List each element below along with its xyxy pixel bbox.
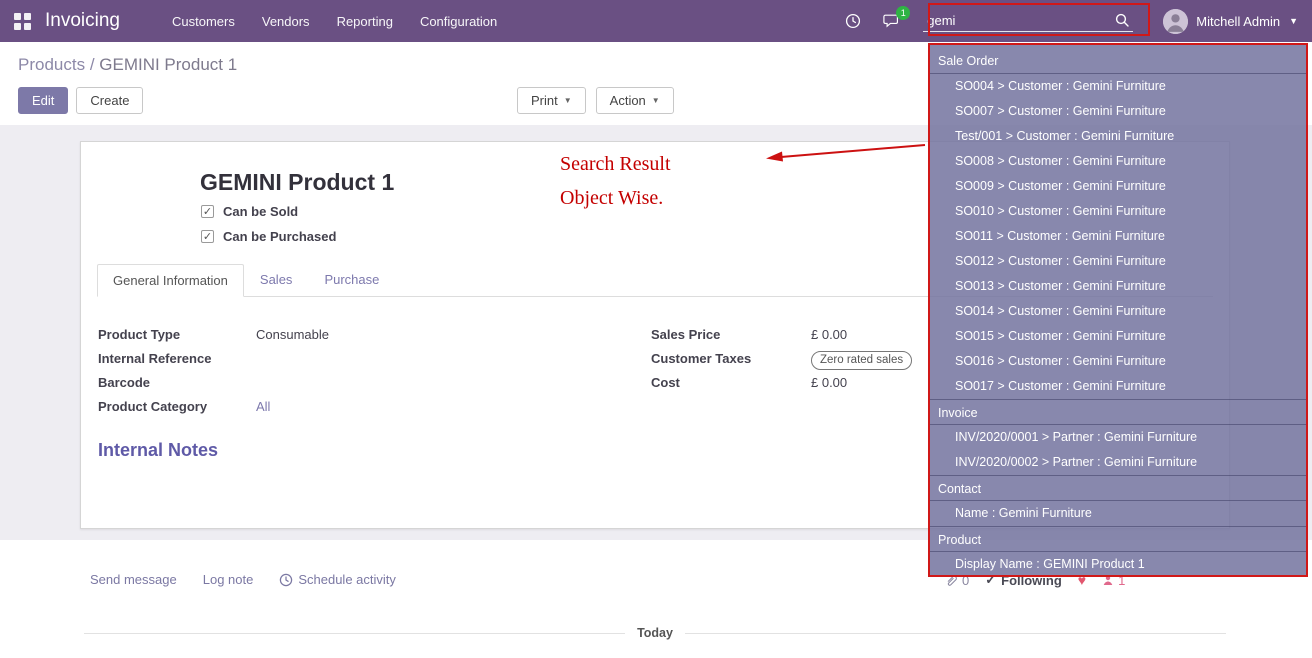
- clock-icon: [279, 573, 293, 587]
- breadcrumb-products-link[interactable]: Products: [18, 55, 85, 74]
- search-result-item[interactable]: INV/2020/0001 > Partner : Gemini Furnitu…: [930, 425, 1306, 450]
- field-barcode: Barcode: [98, 375, 498, 394]
- breadcrumb-current: GEMINI Product 1: [99, 55, 237, 74]
- search-result-item[interactable]: SO010 > Customer : Gemini Furniture: [930, 199, 1306, 224]
- field-label: Product Category: [98, 399, 256, 414]
- field-product-category: Product Category All: [98, 399, 498, 418]
- menu-vendors[interactable]: Vendors: [262, 14, 310, 29]
- breadcrumb-separator: /: [85, 55, 99, 74]
- field-value: £ 0.00: [811, 375, 847, 390]
- center-actions: Print▼ Action▼: [517, 87, 674, 114]
- annotation-line2: Object Wise.: [560, 181, 671, 215]
- search-results-dropdown: Sale Order SO004 > Customer : Gemini Fur…: [928, 43, 1308, 577]
- activities-clock-icon[interactable]: [845, 13, 861, 29]
- result-group-header: Product: [930, 526, 1306, 552]
- schedule-activity-button[interactable]: Schedule activity: [279, 572, 396, 587]
- divider-line: [84, 633, 625, 634]
- customer-tax-badge[interactable]: Zero rated sales: [811, 351, 912, 370]
- search-result-item[interactable]: SO011 > Customer : Gemini Furniture: [930, 224, 1306, 249]
- chevron-down-icon: ▼: [652, 96, 660, 105]
- search-result-item[interactable]: SO013 > Customer : Gemini Furniture: [930, 274, 1306, 299]
- chatter-actions: Send message Log note Schedule activity: [90, 572, 396, 587]
- product-title: GEMINI Product 1: [200, 169, 394, 196]
- menu-configuration[interactable]: Configuration: [420, 14, 497, 29]
- tab-general-information[interactable]: General Information: [97, 264, 244, 297]
- search-result-item[interactable]: SO004 > Customer : Gemini Furniture: [930, 74, 1306, 99]
- search-result-item[interactable]: SO014 > Customer : Gemini Furniture: [930, 299, 1306, 324]
- tab-sales[interactable]: Sales: [244, 263, 309, 296]
- annotation-arrow-icon: [752, 139, 928, 167]
- result-group-invoice: Invoice INV/2020/0001 > Partner : Gemini…: [930, 399, 1306, 475]
- can-be-purchased-checkbox-row: ✓ Can be Purchased: [201, 229, 336, 244]
- chevron-down-icon: ▼: [564, 96, 572, 105]
- search-result-item[interactable]: SO007 > Customer : Gemini Furniture: [930, 99, 1306, 124]
- product-category-link[interactable]: All: [256, 399, 270, 414]
- search-result-item[interactable]: INV/2020/0002 > Partner : Gemini Furnitu…: [930, 450, 1306, 475]
- field-label: Cost: [651, 375, 811, 390]
- user-name: Mitchell Admin: [1196, 14, 1280, 29]
- breadcrumb: Products / GEMINI Product 1: [18, 55, 237, 75]
- annotation-line1: Search Result: [560, 147, 671, 181]
- result-group-header: Sale Order: [930, 48, 1306, 74]
- action-dropdown-button[interactable]: Action▼: [596, 87, 674, 114]
- field-value: £ 0.00: [811, 327, 847, 342]
- can-be-sold-label: Can be Sold: [223, 204, 298, 219]
- topbar-right: 1 Mitchell Admin ▼: [845, 9, 1298, 34]
- result-group-header: Contact: [930, 475, 1306, 501]
- field-label: Product Type: [98, 327, 256, 342]
- chevron-down-icon: ▼: [1289, 16, 1298, 26]
- field-product-type: Product Type Consumable: [98, 327, 498, 346]
- result-group-contact: Contact Name : Gemini Furniture: [930, 475, 1306, 526]
- topbar: Invoicing Customers Vendors Reporting Co…: [0, 0, 1312, 42]
- top-menu: Customers Vendors Reporting Configuratio…: [172, 14, 497, 29]
- screen: Invoicing Customers Vendors Reporting Co…: [0, 0, 1312, 658]
- field-label: Internal Reference: [98, 351, 256, 366]
- log-note-button[interactable]: Log note: [203, 572, 254, 587]
- search-result-item[interactable]: SO008 > Customer : Gemini Furniture: [930, 149, 1306, 174]
- field-label: Customer Taxes: [651, 351, 811, 366]
- today-divider: Today: [84, 626, 1226, 640]
- checkbox-checked-icon[interactable]: ✓: [201, 205, 214, 218]
- search-result-item[interactable]: SO017 > Customer : Gemini Furniture: [930, 374, 1306, 399]
- send-message-button[interactable]: Send message: [90, 572, 177, 587]
- field-internal-reference: Internal Reference: [98, 351, 498, 370]
- annotation-text: Search Result Object Wise.: [560, 147, 671, 215]
- field-label: Sales Price: [651, 327, 811, 342]
- can-be-sold-checkbox-row: ✓ Can be Sold: [201, 204, 298, 219]
- can-be-purchased-label: Can be Purchased: [223, 229, 336, 244]
- divider-line: [685, 633, 1226, 634]
- field-label: Barcode: [98, 375, 256, 390]
- search-result-item[interactable]: SO015 > Customer : Gemini Furniture: [930, 324, 1306, 349]
- messages-badge: 1: [896, 6, 910, 20]
- today-label: Today: [625, 626, 685, 640]
- search-result-item[interactable]: Test/001 > Customer : Gemini Furniture: [930, 124, 1306, 149]
- checkbox-checked-icon[interactable]: ✓: [201, 230, 214, 243]
- edit-button[interactable]: Edit: [18, 87, 68, 114]
- app-name[interactable]: Invoicing: [45, 10, 120, 32]
- messages-icon[interactable]: 1: [883, 13, 901, 29]
- result-group-header: Invoice: [930, 399, 1306, 425]
- result-group-product: Product Display Name : GEMINI Product 1: [930, 526, 1306, 577]
- search-result-item[interactable]: Display Name : GEMINI Product 1: [930, 552, 1306, 577]
- user-menu[interactable]: Mitchell Admin ▼: [1163, 9, 1298, 34]
- create-button[interactable]: Create: [76, 87, 143, 114]
- search-icon[interactable]: [1115, 13, 1129, 32]
- apps-grid-icon[interactable]: [14, 13, 31, 30]
- search-input[interactable]: [923, 10, 1133, 32]
- print-dropdown-button[interactable]: Print▼: [517, 87, 586, 114]
- avatar: [1163, 9, 1188, 34]
- search-result-item[interactable]: Name : Gemini Furniture: [930, 501, 1306, 526]
- global-search: [923, 10, 1133, 32]
- field-value: Consumable: [256, 327, 329, 342]
- internal-notes-heading: Internal Notes: [98, 440, 218, 461]
- search-result-item[interactable]: SO012 > Customer : Gemini Furniture: [930, 249, 1306, 274]
- fields-left-column: Product Type Consumable Internal Referen…: [98, 327, 498, 423]
- search-result-item[interactable]: SO009 > Customer : Gemini Furniture: [930, 174, 1306, 199]
- menu-customers[interactable]: Customers: [172, 14, 235, 29]
- result-group-sale-order: Sale Order SO004 > Customer : Gemini Fur…: [930, 48, 1306, 399]
- search-result-item[interactable]: SO016 > Customer : Gemini Furniture: [930, 349, 1306, 374]
- menu-reporting[interactable]: Reporting: [337, 14, 393, 29]
- record-buttons: Edit Create: [18, 87, 143, 114]
- tab-purchase[interactable]: Purchase: [308, 263, 395, 296]
